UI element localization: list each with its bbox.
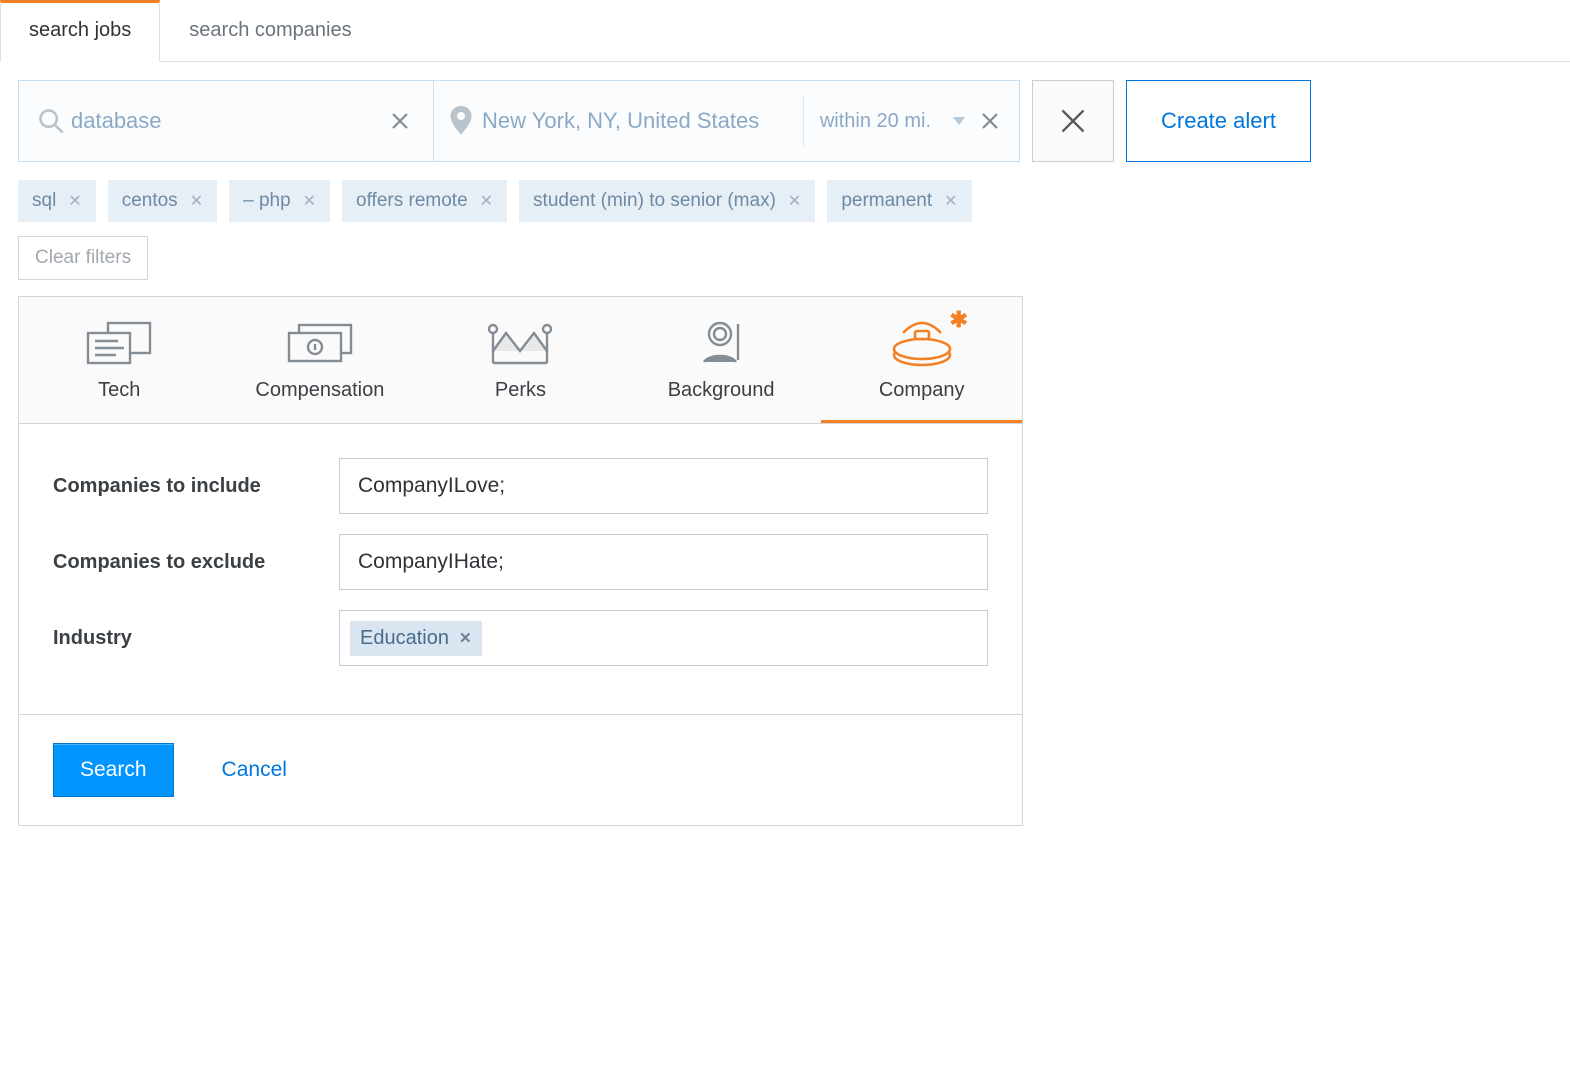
perks-icon (420, 319, 621, 367)
location-pin-icon (448, 106, 482, 136)
include-row: Companies to include (53, 458, 988, 514)
tag-remove-icon[interactable]: ✕ (459, 629, 472, 647)
industry-tag-label: Education (360, 627, 449, 650)
companies-exclude-input[interactable] (339, 534, 988, 590)
filter-tab-company[interactable]: Company ✱ (821, 297, 1022, 423)
filter-tabs: Tech Compensation Perks (19, 297, 1022, 424)
keyword-input[interactable] (71, 108, 385, 134)
search-row: within 20 mi. Create alert (0, 62, 1570, 162)
search-box: within 20 mi. (18, 80, 1020, 162)
filter-tab-label: Tech (98, 379, 140, 401)
filter-tab-label: Perks (495, 379, 546, 401)
location-wrap: within 20 mi. (434, 81, 1019, 161)
close-icon (1059, 107, 1087, 135)
chip-label: centos (122, 190, 178, 212)
background-icon (621, 319, 822, 367)
distance-label: within 20 mi. (820, 110, 931, 133)
industry-input[interactable]: Education ✕ (339, 610, 988, 666)
filter-tab-label: Background (668, 379, 775, 401)
location-input[interactable] (482, 108, 803, 134)
create-alert-button[interactable]: Create alert (1126, 80, 1311, 162)
chip-remove-icon[interactable]: ✕ (480, 191, 493, 211)
filter-tab-perks[interactable]: Perks (420, 297, 621, 423)
panel-footer: Search Cancel (19, 714, 1022, 825)
exclude-row: Companies to exclude (53, 534, 988, 590)
chip-remove-icon[interactable]: ✕ (788, 191, 801, 211)
search-button[interactable]: Search (53, 743, 174, 797)
filter-tab-label: Company (879, 379, 965, 401)
chip-remove-icon[interactable]: ✕ (303, 191, 316, 211)
filter-tab-label: Compensation (255, 379, 384, 401)
clear-filters-button[interactable]: Clear filters (18, 236, 148, 280)
filter-chips: sql ✕ centos ✕ – php ✕ offers remote ✕ stude… (0, 162, 1570, 222)
filter-tab-compensation[interactable]: Compensation (220, 297, 421, 423)
chevron-down-icon (953, 117, 965, 125)
filter-chip[interactable]: permanent ✕ (827, 180, 971, 222)
tab-search-jobs[interactable]: search jobs (0, 0, 160, 62)
chip-label: – php (243, 190, 291, 212)
search-icon (37, 107, 71, 135)
tech-icon (19, 319, 220, 367)
distance-select[interactable]: within 20 mi. (803, 96, 975, 146)
chip-label: offers remote (356, 190, 468, 212)
include-label: Companies to include (53, 475, 339, 498)
clear-location-icon[interactable] (975, 112, 1005, 130)
filter-tab-tech[interactable]: Tech (19, 297, 220, 423)
active-indicator-icon: ✱ (950, 307, 968, 333)
chip-label: sql (32, 190, 56, 212)
chip-label: student (min) to senior (max) (533, 190, 776, 212)
clear-keyword-icon[interactable] (385, 112, 415, 130)
filter-chip[interactable]: student (min) to senior (max) ✕ (519, 180, 815, 222)
close-search-button[interactable] (1032, 80, 1114, 162)
tab-search-companies[interactable]: search companies (160, 0, 380, 61)
keyword-wrap (19, 81, 434, 161)
filter-panel: Tech Compensation Perks (18, 296, 1023, 826)
industry-label: Industry (53, 627, 339, 650)
exclude-label: Companies to exclude (53, 551, 339, 574)
filter-chip[interactable]: sql ✕ (18, 180, 96, 222)
chip-remove-icon[interactable]: ✕ (944, 191, 957, 211)
chip-label: permanent (841, 190, 932, 212)
top-tabs: search jobs search companies (0, 0, 1570, 62)
companies-include-input[interactable] (339, 458, 988, 514)
company-icon (821, 319, 1022, 367)
industry-tag: Education ✕ (350, 621, 482, 656)
filter-chip[interactable]: offers remote ✕ (342, 180, 507, 222)
chip-remove-icon[interactable]: ✕ (68, 191, 81, 211)
chip-remove-icon[interactable]: ✕ (190, 191, 203, 211)
compensation-icon (220, 319, 421, 367)
cancel-button[interactable]: Cancel (222, 758, 287, 782)
filter-chip[interactable]: centos ✕ (108, 180, 217, 222)
filter-tab-background[interactable]: Background (621, 297, 822, 423)
company-panel-body: Companies to include Companies to exclud… (19, 424, 1022, 714)
industry-row: Industry Education ✕ (53, 610, 988, 666)
filter-chip[interactable]: – php ✕ (229, 180, 330, 222)
